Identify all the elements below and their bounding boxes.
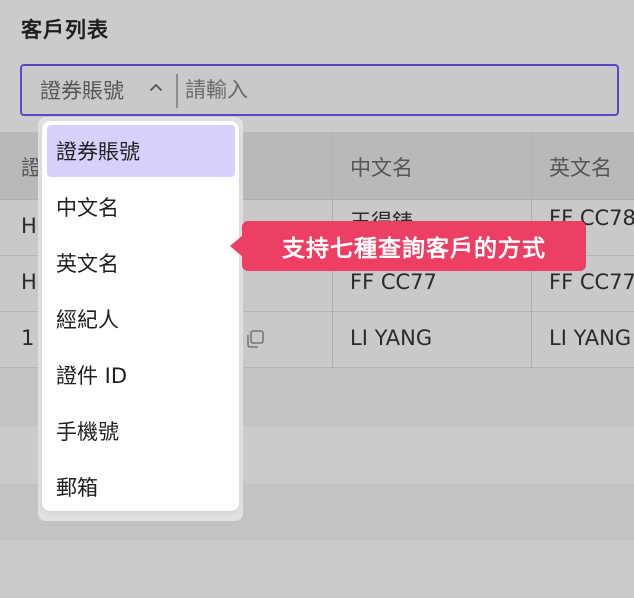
menu-item-id-document[interactable]: 證件 ID <box>47 349 235 401</box>
customer-search-bar: 證券賬號 <box>20 64 619 116</box>
english-name-cell: FF CC77 <box>549 270 634 294</box>
menu-item-chinese-name[interactable]: 中文名 <box>47 181 235 233</box>
chinese-name-cell: LI YANG <box>350 326 433 350</box>
menu-item-securities-account[interactable]: 證券賬號 <box>47 125 235 177</box>
page-title: 客戶列表 <box>21 18 109 42</box>
search-modes-tooltip: 支持七種查詢客戶的方式 <box>242 221 586 271</box>
column-header-english-name[interactable]: 英文名 <box>549 152 634 182</box>
search-input[interactable] <box>185 72 605 108</box>
chinese-name-cell: FF CC77 <box>350 270 437 294</box>
copy-icon[interactable] <box>244 328 266 350</box>
menu-item-phone-number[interactable]: 手機號 <box>47 405 235 457</box>
english-name-cell: LI YANG <box>549 326 632 350</box>
search-divider <box>176 74 178 108</box>
search-field-select-label: 證券賬號 <box>40 79 124 103</box>
menu-item-email[interactable]: 郵箱 <box>47 461 235 513</box>
menu-item-broker[interactable]: 經紀人 <box>47 293 235 345</box>
search-field-select[interactable]: 證券賬號 <box>22 66 176 114</box>
chevron-up-icon <box>150 84 162 91</box>
menu-item-english-name[interactable]: 英文名 <box>47 237 235 289</box>
column-header-chinese-name[interactable]: 中文名 <box>350 152 520 182</box>
